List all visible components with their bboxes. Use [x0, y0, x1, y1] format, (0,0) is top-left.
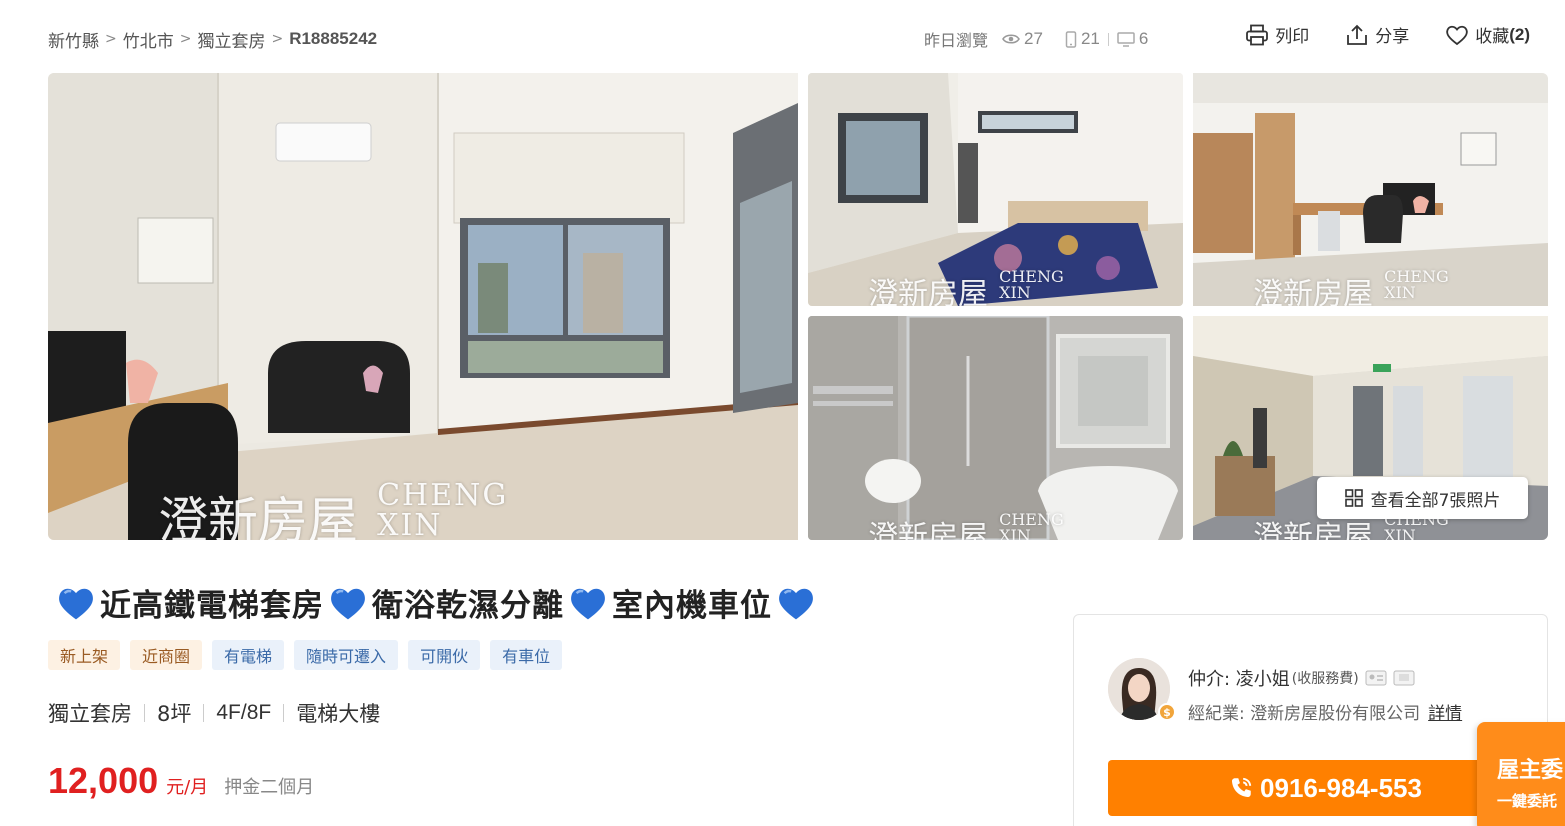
divider	[144, 704, 145, 722]
main-photo[interactable]: 澄新房屋 CHENG XIN	[48, 73, 798, 540]
coin-badge-icon: $	[1158, 703, 1176, 721]
desktop-icon	[1117, 31, 1135, 47]
chevron-right-icon: >	[179, 31, 192, 47]
divider	[1107, 32, 1109, 46]
owner-banner-subtitle: 一鍵委託	[1497, 792, 1558, 810]
listing-specs: 獨立套房 8坪 4F/8F 電梯大樓	[48, 698, 380, 728]
chevron-right-icon: >	[105, 31, 117, 47]
favorite-button[interactable]: 收藏 (2)	[1445, 22, 1530, 47]
phone-icon	[1232, 777, 1252, 798]
mobile-icon	[1065, 30, 1077, 48]
tag-move-in-anytime: 隨時可遷入	[294, 640, 399, 670]
chevron-right-icon: >	[271, 31, 284, 47]
price-unit: 元/月	[166, 777, 209, 798]
thumbnail-desk[interactable]: 澄新房屋 CHENG XIN	[1193, 73, 1548, 306]
views-desktop: 6	[1117, 29, 1148, 49]
license-icon[interactable]	[1393, 670, 1415, 686]
tag-elevator: 有電梯	[212, 640, 285, 670]
listing-code: R18885242	[289, 29, 378, 48]
printer-icon	[1246, 24, 1269, 45]
tag-near-shops: 近商圈	[130, 640, 203, 670]
blue-heart-icon	[331, 588, 365, 619]
heart-outline-icon	[1446, 25, 1468, 45]
agent-company: 經紀業: 澄新房屋股份有限公司	[1188, 704, 1421, 724]
price-block: 12,000 元/月 押金二個月	[48, 760, 314, 802]
owner-entrust-banner[interactable]: 屋主委 一鍵委託	[1477, 722, 1565, 826]
action-bar: 列印 分享 收藏 (2)	[1209, 22, 1530, 47]
blue-heart-icon	[571, 588, 605, 619]
fee-note: (收服務費)	[1291, 671, 1359, 687]
spec-floor: 4F/8F	[216, 701, 272, 724]
deposit-note: 押金二個月	[224, 777, 315, 798]
price-amount: 12,000	[48, 760, 159, 801]
divider	[203, 704, 205, 722]
share-icon	[1347, 24, 1368, 45]
view-stats: 昨日瀏覽 27 21 6	[924, 26, 1148, 52]
views-total: 27	[1002, 29, 1043, 49]
views-label: 昨日瀏覽	[924, 31, 989, 50]
breadcrumb: 新竹縣 > 竹北市 > 獨立套房 > R18885242	[48, 27, 377, 52]
spec-area: 8坪	[157, 702, 192, 726]
blue-heart-icon	[59, 588, 93, 619]
agent-name-row: 仲介: 凌小姐 (收服務費)	[1188, 665, 1415, 691]
print-button[interactable]: 列印	[1245, 22, 1309, 47]
breadcrumb-county[interactable]: 新竹縣	[48, 27, 99, 52]
breadcrumb-type[interactable]: 獨立套房	[197, 27, 265, 52]
tag-cooking-allowed: 可開伙	[408, 640, 481, 670]
breadcrumb-city[interactable]: 竹北市	[123, 27, 174, 52]
views-mobile: 21	[1065, 29, 1100, 49]
eye-icon	[1002, 34, 1020, 44]
blue-heart-icon	[779, 588, 813, 619]
view-all-photos-button[interactable]: 查看全部7張照片	[1317, 477, 1528, 519]
share-button[interactable]: 分享	[1345, 22, 1409, 47]
listing-title: 近高鐵電梯套房 衛浴乾濕分離 室內機車位	[52, 580, 820, 625]
agent-name: 仲介: 凌小姐	[1188, 669, 1290, 690]
spec-building: 電梯大樓	[296, 702, 381, 726]
divider	[283, 704, 285, 722]
agent-phone: 0916-984-553	[1260, 772, 1422, 803]
owner-banner-title: 屋主委	[1497, 758, 1564, 783]
id-card-icon[interactable]	[1365, 670, 1387, 686]
spec-type: 獨立套房	[48, 702, 132, 726]
tag-new-listing: 新上架	[48, 640, 121, 670]
grid-icon	[1344, 489, 1363, 507]
agent-company-row: 經紀業: 澄新房屋股份有限公司 詳情	[1188, 699, 1462, 724]
tag-parking: 有車位	[490, 640, 563, 670]
thumbnail-bathroom[interactable]: 澄新房屋 CHENG XIN	[808, 316, 1183, 540]
feature-tags: 新上架 近商圈 有電梯 隨時可遷入 可開伙 有車位	[48, 640, 572, 670]
thumbnail-bedroom[interactable]: 澄新房屋 CHENG XIN	[808, 73, 1183, 306]
top-bar: 新竹縣 > 竹北市 > 獨立套房 > R18885242 昨日瀏覽 27 21 …	[48, 24, 1530, 52]
agent-details-link[interactable]: 詳情	[1428, 699, 1462, 724]
